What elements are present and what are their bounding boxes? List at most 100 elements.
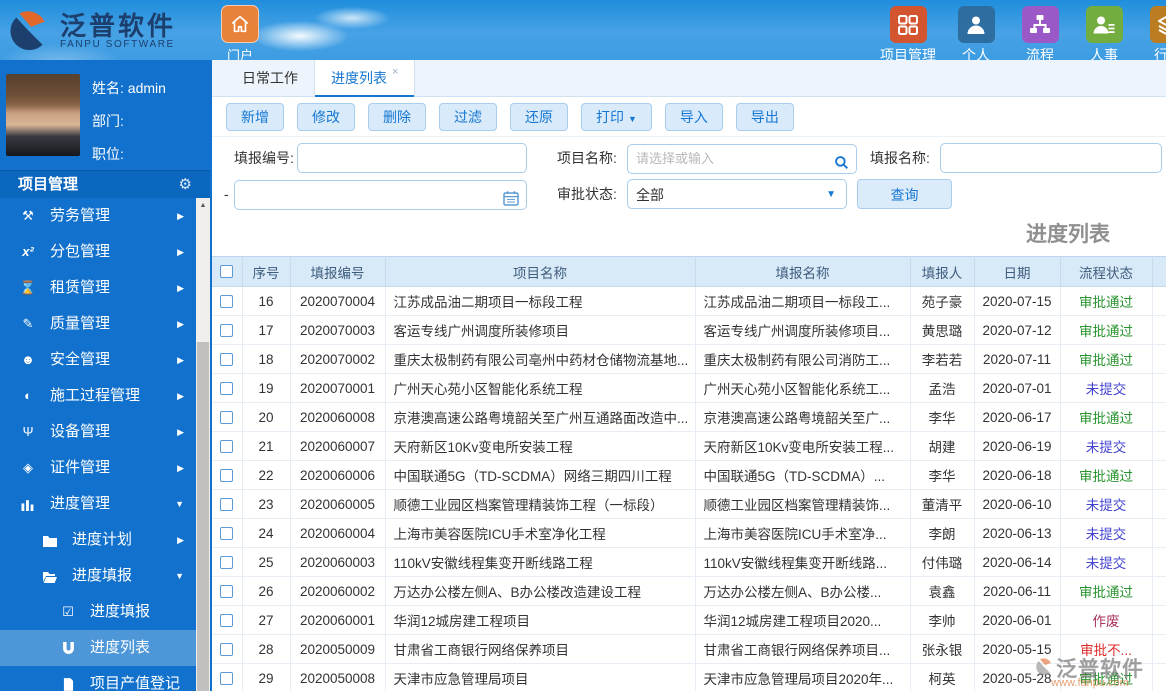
reporter-link[interactable]: 付伟璐: [910, 547, 975, 577]
row-checkbox[interactable]: [220, 671, 234, 685]
删除-button[interactable]: 删除: [368, 103, 426, 131]
row-checkbox[interactable]: [220, 497, 234, 511]
row-checkbox[interactable]: [220, 323, 234, 337]
project-name-link[interactable]: 天府新区10Kv变电所安装工程: [385, 431, 696, 461]
table-row[interactable]: 17 2020070003 客运专线广州调度所装修项目 客运专线广州调度所装修项目..…: [212, 315, 1166, 345]
report-name-link[interactable]: 华润12城房建工程项目2020...: [695, 605, 911, 635]
nav-module-4[interactable]: 人事: [1080, 6, 1128, 65]
report-name-link[interactable]: 甘肃省工商银行网络保养项目...: [695, 634, 911, 664]
reporter-link[interactable]: 李华: [910, 460, 975, 490]
project-name-input[interactable]: [627, 143, 857, 174]
table-row[interactable]: 21 2020060007 天府新区10Kv变电所安装工程 天府新区10Kv变电所安装…: [212, 431, 1166, 461]
project-name-link[interactable]: 中国联通5G（TD-SCDMA）网络三期四川工程: [385, 460, 696, 490]
reporter-link[interactable]: 孟浩: [910, 373, 975, 403]
sidebar-item-劳务管理[interactable]: ⚒ 劳务管理 ▶: [0, 198, 196, 234]
导出-button[interactable]: 导出: [735, 103, 794, 131]
reporter-link[interactable]: 李朗: [910, 518, 975, 548]
sidebar-item-证件管理[interactable]: ◈ 证件管理 ▶: [0, 450, 196, 486]
row-checkbox[interactable]: [220, 352, 234, 366]
sidebar-item-进度填报[interactable]: 进度填报 ▼: [0, 558, 196, 594]
row-checkbox[interactable]: [220, 410, 234, 424]
导入-button[interactable]: 导入: [664, 103, 723, 131]
sidebar-item-分包管理[interactable]: x² 分包管理 ▶: [0, 234, 196, 270]
report-code-link[interactable]: 2020060003: [290, 547, 386, 577]
tab-日常工作[interactable]: 日常工作: [226, 60, 314, 96]
sidebar-item-项目产值登记[interactable]: 项目产值登记: [0, 666, 196, 691]
reporter-link[interactable]: 李帅: [910, 605, 975, 635]
project-name-link[interactable]: 客运专线广州调度所装修项目: [385, 315, 696, 345]
report-code-link[interactable]: 2020070002: [290, 344, 386, 374]
report-code-link[interactable]: 2020050009: [290, 634, 386, 664]
过滤-button[interactable]: 过滤: [439, 103, 497, 131]
row-checkbox[interactable]: [220, 294, 234, 308]
reporter-link[interactable]: 董清平: [910, 489, 975, 519]
table-row[interactable]: 27 2020060001 华润12城房建工程项目 华润12城房建工程项目2020..…: [212, 605, 1166, 635]
row-checkbox[interactable]: [220, 526, 234, 540]
sidebar-item-进度填报[interactable]: ☑ 进度填报: [0, 594, 196, 630]
report-code-link[interactable]: 2020060005: [290, 489, 386, 519]
nav-module-2[interactable]: 个人: [952, 6, 1000, 65]
reporter-link[interactable]: 袁鑫: [910, 576, 975, 606]
project-name-link[interactable]: 上海市美容医院ICU手术室净化工程: [385, 518, 696, 548]
nav-module-5[interactable]: 行政: [1144, 6, 1166, 65]
report-name-link[interactable]: 顺德工业园区档案管理精装饰...: [695, 489, 911, 519]
project-name-link[interactable]: 京港澳高速公路粤境韶关至广州互通路面改造中...: [385, 402, 696, 432]
修改-button[interactable]: 修改: [297, 103, 355, 131]
report-code-link[interactable]: 2020060004: [290, 518, 386, 548]
table-row[interactable]: 22 2020060006 中国联通5G（TD-SCDMA）网络三期四川工程 中国联通…: [212, 460, 1166, 490]
report-code-link[interactable]: 2020060002: [290, 576, 386, 606]
scrollbar-up-icon[interactable]: ▲: [196, 198, 210, 213]
table-row[interactable]: 26 2020060002 万达办公楼左侧A、B办公楼改造建设工程 万达办公楼左侧A、…: [212, 576, 1166, 606]
report-code-link[interactable]: 2020070001: [290, 373, 386, 403]
table-row[interactable]: 16 2020070004 江苏成品油二期项目一标段工程 江苏成品油二期项目一标段工.…: [212, 286, 1166, 316]
project-name-link[interactable]: 万达办公楼左侧A、B办公楼改造建设工程: [385, 576, 696, 606]
nav-module-3[interactable]: 流程: [1016, 6, 1064, 65]
table-row[interactable]: 28 2020050009 甘肃省工商银行网络保养项目 甘肃省工商银行网络保养项目..…: [212, 634, 1166, 664]
report-code-link[interactable]: 2020050008: [290, 663, 386, 691]
sidebar-item-租赁管理[interactable]: ⌛ 租赁管理 ▶: [0, 270, 196, 306]
nav-module-1[interactable]: 项目管理: [880, 6, 936, 65]
project-name-link[interactable]: 110kV安徽线程集变开断线路工程: [385, 547, 696, 577]
row-checkbox[interactable]: [220, 468, 234, 482]
select-all-checkbox[interactable]: [220, 265, 234, 278]
project-name-link[interactable]: 华润12城房建工程项目: [385, 605, 696, 635]
report-code-link[interactable]: 2020060008: [290, 402, 386, 432]
row-checkbox[interactable]: [220, 555, 234, 569]
gear-icon[interactable]: ⚙: [179, 171, 192, 198]
report-code-link[interactable]: 2020070004: [290, 286, 386, 316]
search-button[interactable]: 查询: [857, 179, 952, 209]
row-checkbox[interactable]: [220, 642, 234, 656]
sidebar-item-设备管理[interactable]: Ψ 设备管理 ▶: [0, 414, 196, 450]
sidebar-item-安全管理[interactable]: ☻ 安全管理 ▶: [0, 342, 196, 378]
row-checkbox[interactable]: [220, 613, 234, 627]
report-name-link[interactable]: 天府新区10Kv变电所安装工程...: [695, 431, 911, 461]
sidebar-item-进度管理[interactable]: 进度管理 ▼: [0, 486, 196, 522]
row-checkbox[interactable]: [220, 381, 234, 395]
project-name-link[interactable]: 顺德工业园区档案管理精装饰工程（一标段）: [385, 489, 696, 519]
calendar-icon[interactable]: [503, 186, 519, 216]
sidebar-item-进度列表[interactable]: 进度列表: [0, 630, 196, 666]
table-row[interactable]: 18 2020070002 重庆太极制药有限公司亳州中药材仓储物流基地... 重庆太极…: [212, 344, 1166, 374]
nav-portal[interactable]: 门户: [218, 5, 262, 64]
approval-status-select[interactable]: 全部 ▼: [627, 179, 847, 209]
report-name-link[interactable]: 江苏成品油二期项目一标段工...: [695, 286, 911, 316]
sidebar-scrollbar[interactable]: ▲: [196, 198, 210, 691]
scrollbar-thumb[interactable]: [197, 342, 209, 691]
tab-进度列表[interactable]: 进度列表 ×: [314, 60, 416, 97]
table-row[interactable]: 23 2020060005 顺德工业园区档案管理精装饰工程（一标段） 顺德工业园区档案…: [212, 489, 1166, 519]
report-code-link[interactable]: 2020060006: [290, 460, 386, 490]
report-name-link[interactable]: 上海市美容医院ICU手术室净...: [695, 518, 911, 548]
sidebar-item-进度计划[interactable]: 进度计划 ▶: [0, 522, 196, 558]
report-name-link[interactable]: 重庆太极制药有限公司消防工...: [695, 344, 911, 374]
新增-button[interactable]: 新增: [226, 103, 284, 131]
report-code-link[interactable]: 2020060007: [290, 431, 386, 461]
project-name-link[interactable]: 江苏成品油二期项目一标段工程: [385, 286, 696, 316]
report-name-link[interactable]: 天津市应急管理局项目2020年...: [695, 663, 911, 691]
table-row[interactable]: 25 2020060003 110kV安徽线程集变开断线路工程 110kV安徽线程集变…: [212, 547, 1166, 577]
还原-button[interactable]: 还原: [510, 103, 568, 131]
打印-button[interactable]: 打印 ▼: [581, 103, 652, 131]
report-code-link[interactable]: 2020070003: [290, 315, 386, 345]
project-name-link[interactable]: 重庆太极制药有限公司亳州中药材仓储物流基地...: [385, 344, 696, 374]
project-name-link[interactable]: 甘肃省工商银行网络保养项目: [385, 634, 696, 664]
table-row[interactable]: 19 2020070001 广州天心苑小区智能化系统工程 广州天心苑小区智能化系统工.…: [212, 373, 1166, 403]
